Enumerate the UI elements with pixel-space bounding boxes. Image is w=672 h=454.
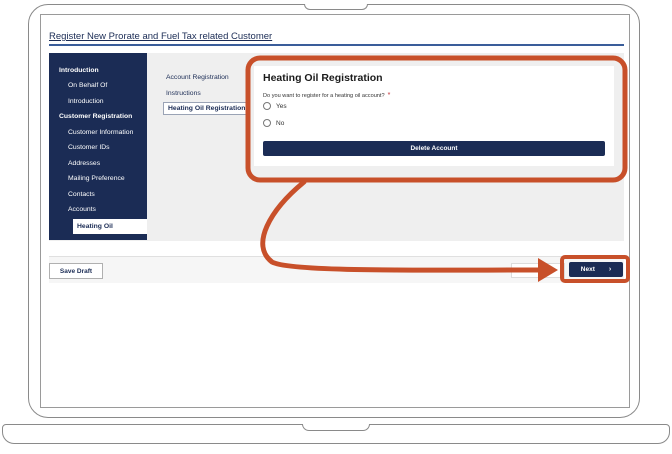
step-tab-instructions[interactable]: Instructions xyxy=(166,90,201,97)
radio-option-no[interactable]: No xyxy=(263,119,284,127)
save-draft-button[interactable]: Save Draft xyxy=(49,263,103,279)
form-title: Heating Oil Registration xyxy=(263,72,383,84)
page-title[interactable]: Register New Prorate and Fuel Tax relate… xyxy=(49,31,272,42)
laptop-screen: Register New Prorate and Fuel Tax relate… xyxy=(40,14,630,408)
sidebar-item-on-behalf-of[interactable]: On Behalf Of xyxy=(49,82,147,89)
sidebar-item-customer-information[interactable]: Customer Information xyxy=(49,129,147,136)
step-tab-account-registration[interactable]: Account Registration xyxy=(166,74,229,81)
sidebar-item-mailing-preference[interactable]: Mailing Preference xyxy=(49,175,147,182)
radio-circle-icon[interactable] xyxy=(263,119,271,127)
sidebar-item-addresses[interactable]: Addresses xyxy=(49,160,147,167)
delete-account-button[interactable]: Delete Account xyxy=(263,141,605,156)
radio-label-no: No xyxy=(276,119,285,127)
required-indicator: * xyxy=(387,92,391,99)
next-button[interactable]: Next › xyxy=(569,262,623,277)
step-tab-heating-oil-registration[interactable]: Heating Oil Registration xyxy=(163,102,251,115)
title-divider xyxy=(49,44,624,46)
empty-button-slot xyxy=(511,263,565,278)
chevron-right-icon: › xyxy=(608,266,612,273)
sidebar-section-customer-registration[interactable]: Customer Registration xyxy=(49,113,147,120)
question-text: Do you want to register for a heating oi… xyxy=(263,93,385,99)
sidebar-item-customer-ids[interactable]: Customer IDs xyxy=(49,144,147,151)
radio-option-yes[interactable]: Yes xyxy=(263,102,287,110)
radio-label-yes: Yes xyxy=(276,102,287,110)
question-label: Do you want to register for a heating oi… xyxy=(263,92,390,99)
heating-oil-form-card: Heating Oil Registration Do you want to … xyxy=(254,66,614,166)
sidebar-item-contacts[interactable]: Contacts xyxy=(49,191,147,198)
sidebar-item-accounts[interactable]: Accounts xyxy=(49,206,147,213)
sidebar-item-heating-oil[interactable]: Heating Oil xyxy=(73,219,147,234)
radio-circle-icon[interactable] xyxy=(263,102,271,110)
sidebar-section-introduction[interactable]: Introduction xyxy=(49,67,147,74)
sidebar-item-introduction[interactable]: Introduction xyxy=(49,98,147,105)
sidebar-nav: Introduction On Behalf Of Introduction C… xyxy=(49,53,147,240)
laptop-notch xyxy=(304,4,368,10)
laptop-base-notch xyxy=(302,424,370,431)
next-label: Next xyxy=(580,266,595,273)
